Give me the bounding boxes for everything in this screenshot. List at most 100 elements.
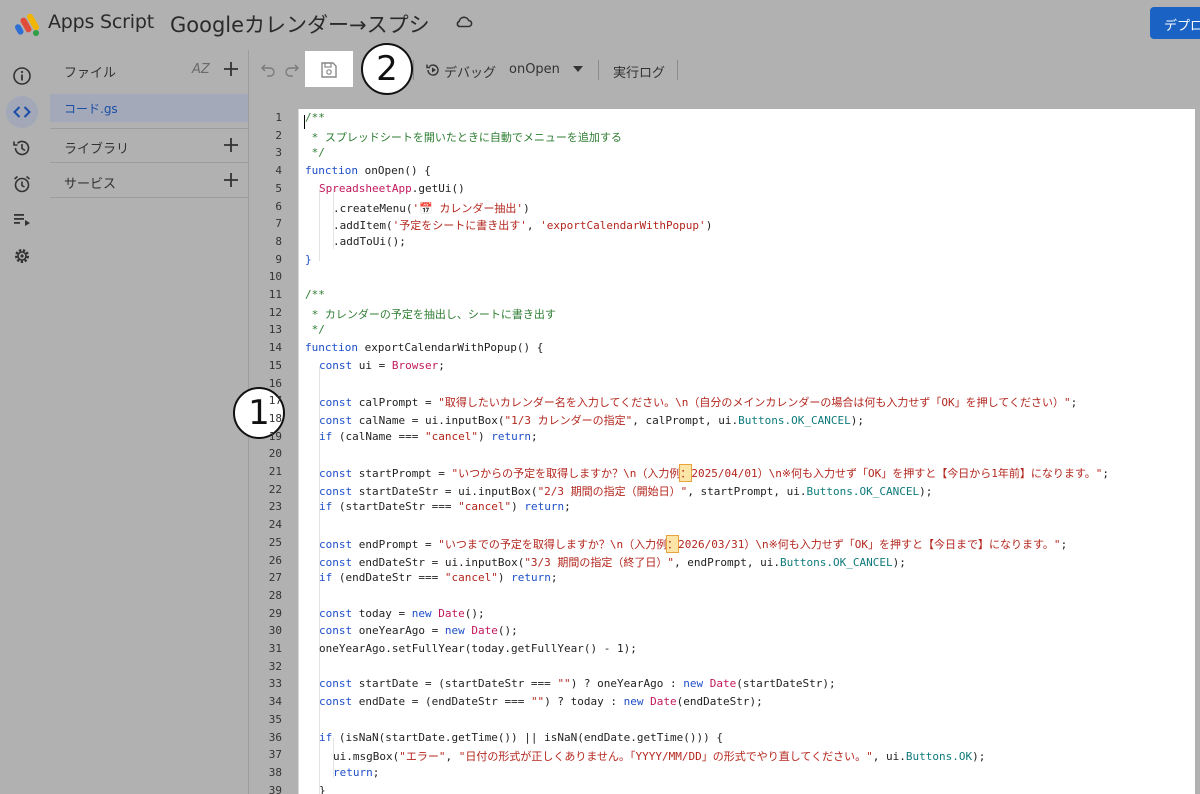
line-number: 30 bbox=[268, 624, 282, 638]
libraries-label: ライブラリ bbox=[64, 142, 130, 157]
overview-button[interactable] bbox=[6, 60, 38, 92]
line-number: 27 bbox=[268, 571, 282, 585]
line-number: 28 bbox=[268, 588, 282, 602]
line-number: 8 bbox=[275, 234, 282, 248]
execution-log-button[interactable]: 実行ログ bbox=[613, 62, 665, 81]
gear-icon bbox=[15, 249, 29, 263]
files-header: ファイル AZ bbox=[50, 52, 248, 86]
add-file-plus-icon[interactable] bbox=[222, 60, 240, 78]
toolbar-separator bbox=[598, 60, 599, 80]
code-line: SpreadsheetApp.getUi() bbox=[319, 181, 465, 195]
info-icon bbox=[13, 67, 31, 85]
line-number: 25 bbox=[268, 535, 282, 549]
line-number: 33 bbox=[268, 677, 282, 691]
line-number: 17 bbox=[268, 394, 282, 408]
line-number: 37 bbox=[268, 748, 282, 762]
line-number: 20 bbox=[268, 447, 282, 461]
line-number: 39 bbox=[268, 783, 282, 794]
line-number: 32 bbox=[268, 659, 282, 673]
code-line: */ bbox=[305, 323, 325, 337]
editor-button[interactable] bbox=[6, 96, 38, 128]
chevron-down-icon[interactable] bbox=[572, 64, 584, 74]
code-icon bbox=[13, 106, 31, 118]
line-number: 5 bbox=[275, 181, 282, 195]
files-panel: ファイル AZ コード.gs ライブラリ サービス bbox=[50, 50, 248, 794]
callout-two: 2 bbox=[361, 43, 413, 95]
line-number: 35 bbox=[268, 712, 282, 726]
code-line: * スプレッドシートを開いたときに自動でメニューを追加する bbox=[305, 130, 622, 144]
line-number: 23 bbox=[268, 500, 282, 514]
panel-divider bbox=[50, 197, 248, 198]
line-number: 29 bbox=[268, 606, 282, 620]
line-number: 16 bbox=[268, 376, 282, 390]
line-number: 31 bbox=[268, 642, 282, 655]
add-library-plus-icon[interactable] bbox=[222, 136, 240, 154]
cloud-saved-icon bbox=[456, 16, 473, 28]
undo-icon[interactable] bbox=[260, 61, 276, 77]
code-line: if (endDateStr === "cancel") return; bbox=[319, 571, 558, 585]
code-line: if (isNaN(startDate.getTime()) || isNaN(… bbox=[319, 730, 723, 744]
code-line: function exportCalendarWithPopup() { bbox=[305, 341, 544, 355]
line-number: 15 bbox=[268, 358, 282, 372]
line-number: 13 bbox=[268, 323, 282, 337]
line-number: 19 bbox=[268, 429, 282, 443]
line-number: 24 bbox=[268, 518, 282, 532]
file-item-code-gs[interactable]: コード.gs bbox=[50, 94, 248, 122]
alarm-icon bbox=[13, 175, 31, 193]
app-header: Apps Script Googleカレンダー→スプシ デプロ bbox=[0, 0, 1200, 46]
code-line: */ bbox=[305, 146, 325, 160]
code-line: const endPrompt = "いつまでの予定を取得しますか？\n（入力例… bbox=[319, 534, 1068, 553]
history-icon bbox=[13, 140, 30, 156]
code-line: } bbox=[305, 252, 312, 266]
code-line: /** bbox=[305, 111, 325, 124]
line-number: 9 bbox=[275, 252, 282, 266]
code-line: const oneYearAgo = new Date(); bbox=[319, 624, 518, 638]
code-line: function onOpen() { bbox=[305, 164, 431, 178]
redo-icon[interactable] bbox=[284, 61, 300, 77]
save-icon bbox=[321, 62, 337, 78]
indent-guide bbox=[319, 189, 320, 261]
code-line: oneYearAgo.setFullYear(today.getFullYear… bbox=[319, 642, 637, 655]
project-title[interactable]: Googleカレンダー→スプシ bbox=[170, 9, 430, 39]
debug-button[interactable]: デバッグ bbox=[444, 62, 496, 81]
line-number: 18 bbox=[268, 411, 282, 425]
executions-button[interactable] bbox=[6, 204, 38, 236]
code-editor[interactable]: /** * スプレッドシートを開いたときに自動でメニューを追加する */ fun… bbox=[298, 109, 1195, 794]
line-number: 6 bbox=[275, 199, 282, 213]
add-service-plus-icon[interactable] bbox=[222, 171, 240, 189]
line-number: 21 bbox=[268, 465, 282, 478]
line-number: 12 bbox=[268, 305, 282, 319]
history-button[interactable] bbox=[6, 132, 38, 164]
code-line: const ui = Browser; bbox=[319, 358, 445, 372]
save-button[interactable] bbox=[305, 51, 353, 87]
line-number: 11 bbox=[268, 288, 282, 301]
code-line: ui.msgBox("エラー", "日付の形式が正しくありません。「YYYY/M… bbox=[333, 750, 986, 764]
apps-script-logo-icon[interactable] bbox=[14, 11, 42, 37]
code-line: * カレンダーの予定を抽出し、シートに書き出す bbox=[305, 307, 556, 321]
line-number: 3 bbox=[275, 146, 282, 160]
function-select[interactable]: onOpen bbox=[509, 62, 560, 77]
code-line: .addItem('予定をシートに書き出す', 'exportCalendarW… bbox=[333, 219, 713, 233]
code-line: const calPrompt = "取得したいカレンダー名を入力してください。… bbox=[319, 396, 1078, 410]
line-number-gutter: 1 2 3 4 5 6 7 8 9 10 11 12 13 14 15 16 17 18 19 20 21 22 23 24 2… bbox=[250, 109, 298, 794]
services-label: サービス bbox=[64, 177, 117, 192]
code-line: return; bbox=[333, 765, 380, 779]
code-line: const startPrompt = "いつからの予定を取得しますか？\n（入… bbox=[319, 464, 1110, 482]
files-label: ファイル bbox=[64, 66, 117, 81]
code-line: } bbox=[319, 783, 326, 794]
libraries-row: ライブラリ bbox=[50, 128, 248, 162]
code-line: /** bbox=[305, 288, 325, 301]
settings-button[interactable] bbox=[6, 240, 38, 272]
code-line: const startDate = (startDateStr === "") … bbox=[319, 677, 836, 691]
deploy-button[interactable]: デプロ bbox=[1150, 7, 1200, 39]
line-number: 14 bbox=[268, 341, 282, 355]
toolbar-separator bbox=[677, 60, 678, 80]
code-line: const calName = ui.inputBox("1/3 カレンダーの指… bbox=[319, 413, 865, 427]
line-number: 34 bbox=[268, 695, 282, 709]
line-number: 26 bbox=[268, 553, 282, 567]
debug-icon bbox=[426, 64, 439, 76]
triggers-button[interactable] bbox=[6, 168, 38, 200]
sort-az-icon[interactable]: AZ bbox=[192, 62, 210, 77]
code-line: .addToUi(); bbox=[333, 234, 406, 248]
code-line: const endDateStr = ui.inputBox("3/3 期間の指… bbox=[319, 555, 906, 569]
